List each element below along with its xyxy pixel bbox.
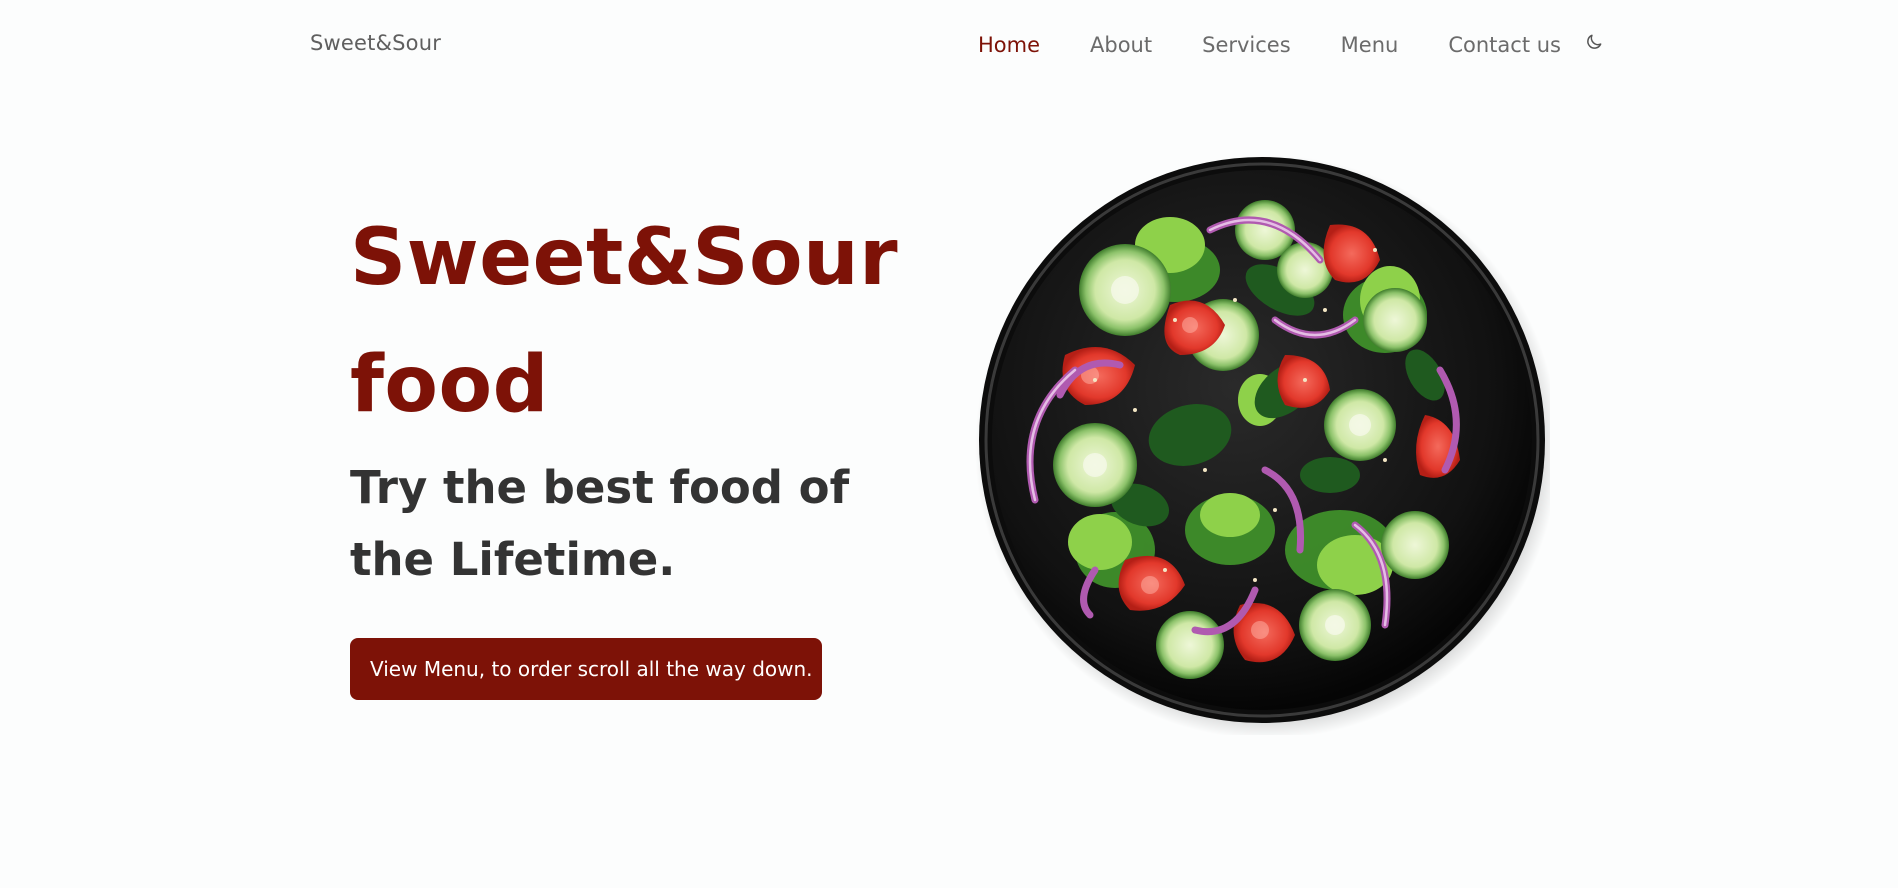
nav-item-about[interactable]: About <box>1090 33 1152 57</box>
site-logo[interactable]: Sweet&Sour <box>310 31 441 55</box>
hero-section: Sweet&Sour food Try the best food of the… <box>350 195 910 700</box>
hero-title-line1: Sweet&Sour <box>350 213 899 303</box>
view-menu-button[interactable]: View Menu, to order scroll all the way d… <box>350 638 822 700</box>
moon-icon[interactable] <box>1583 31 1605 53</box>
nav-item-contact[interactable]: Contact us <box>1448 33 1561 57</box>
hero-title-line2: food <box>350 340 549 430</box>
main-nav: Home About Services Menu Contact us <box>978 31 1605 59</box>
hero-title: Sweet&Sour food <box>350 195 910 449</box>
page: Sweet&Sour Home About Services Menu Cont… <box>0 0 1898 888</box>
hero-subtitle: Try the best food of the Lifetime. <box>350 461 850 586</box>
salad-plate-image <box>975 150 1559 739</box>
nav-item-menu[interactable]: Menu <box>1341 33 1399 57</box>
nav-item-home[interactable]: Home <box>978 33 1040 57</box>
nav-item-services[interactable]: Services <box>1202 33 1291 57</box>
site-header: Sweet&Sour Home About Services Menu Cont… <box>0 0 1898 90</box>
